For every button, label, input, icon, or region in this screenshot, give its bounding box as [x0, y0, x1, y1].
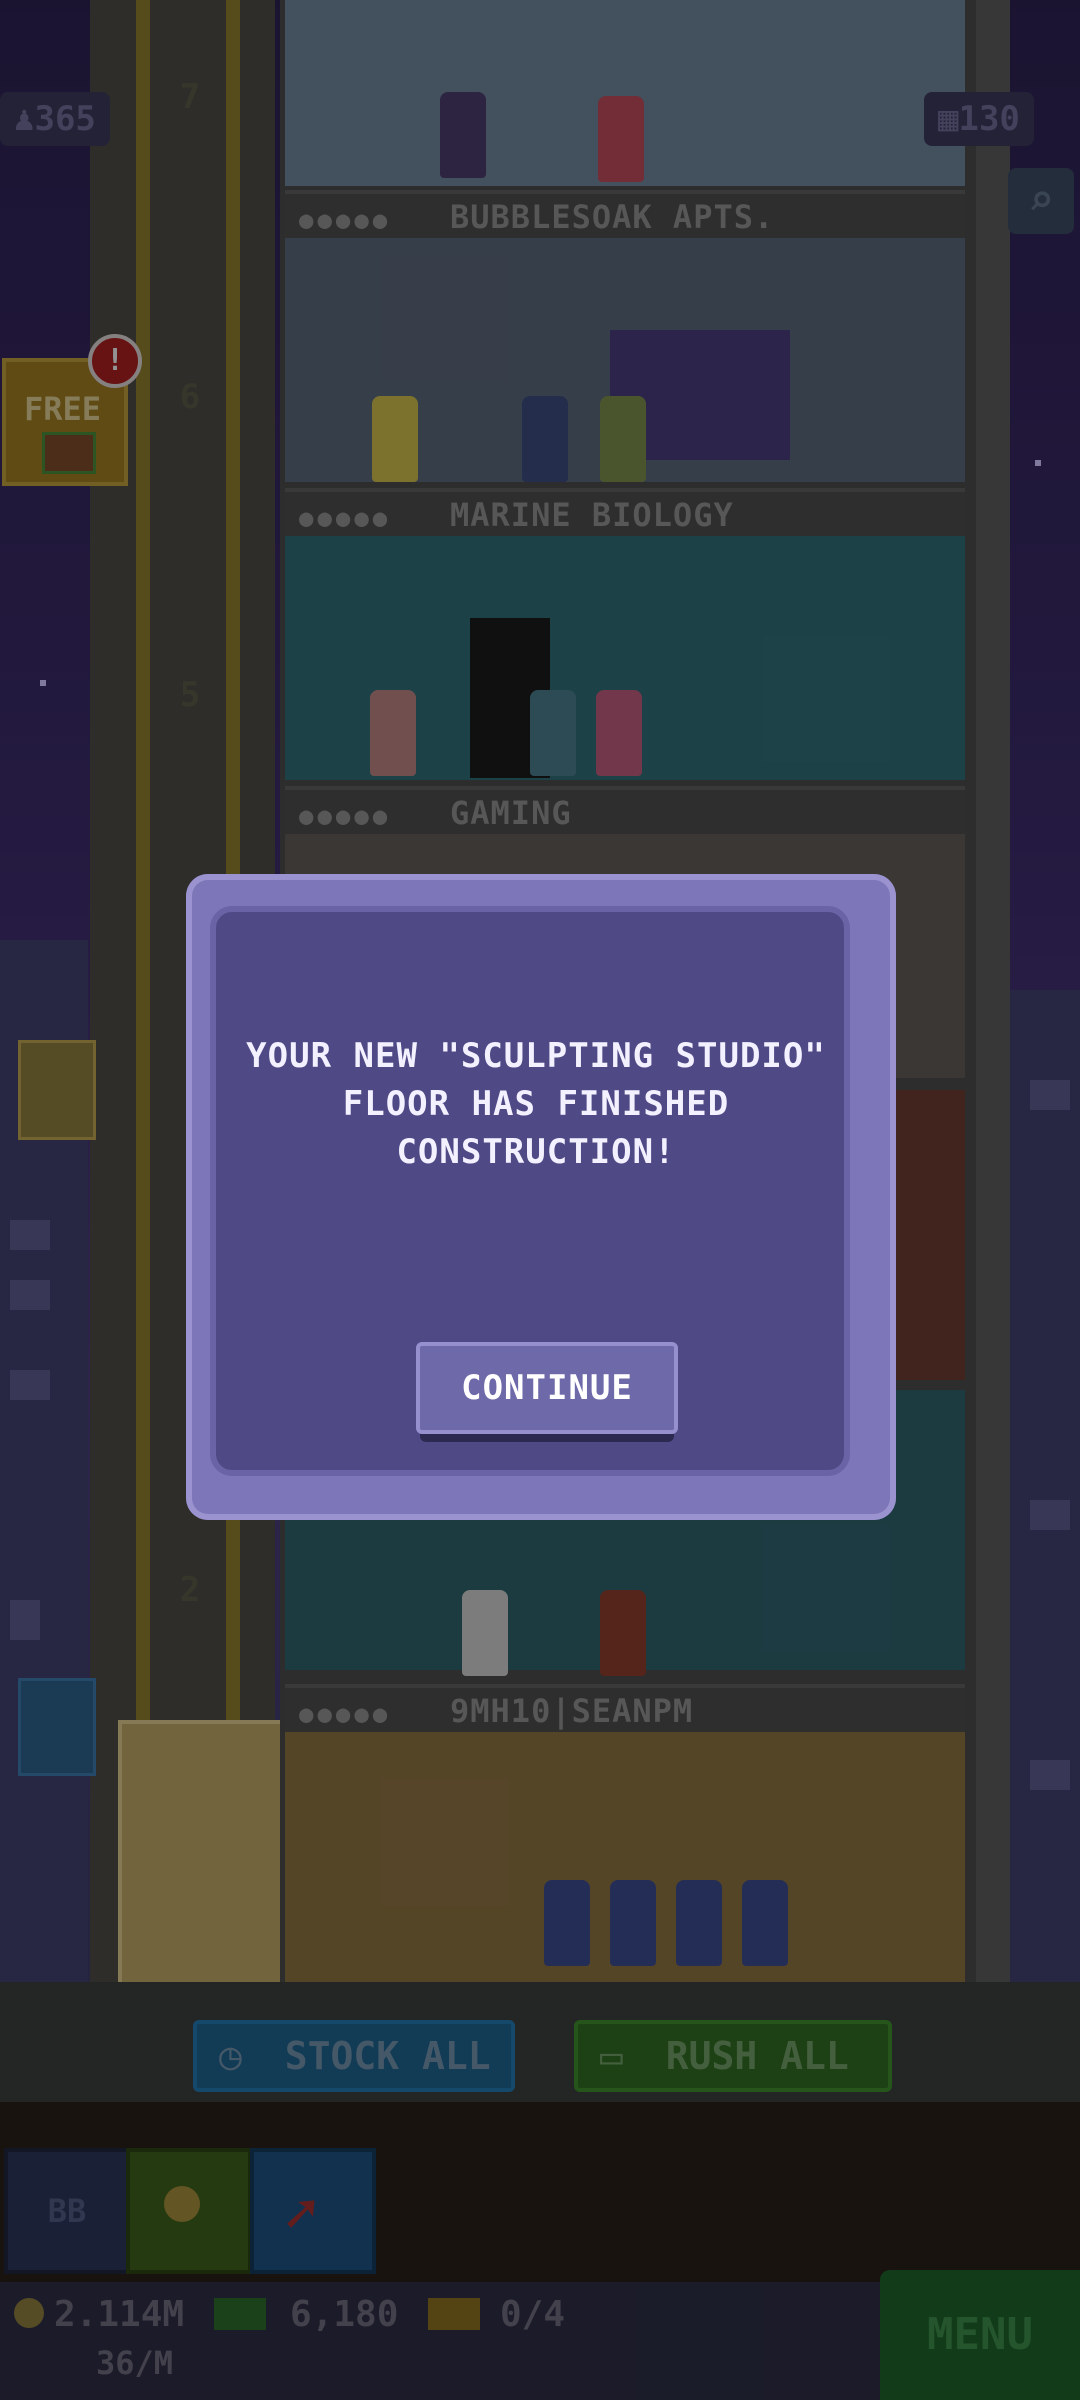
continue-button[interactable]: CONTINUE	[416, 1342, 678, 1442]
dialog-message: YOUR NEW "SCULPTING STUDIO" FLOOR HAS FI…	[246, 1036, 826, 1172]
dialog-panel: YOUR NEW "SCULPTING STUDIO" FLOOR HAS FI…	[210, 906, 850, 1476]
construction-complete-dialog: YOUR NEW "SCULPTING STUDIO" FLOOR HAS FI…	[186, 874, 896, 1520]
